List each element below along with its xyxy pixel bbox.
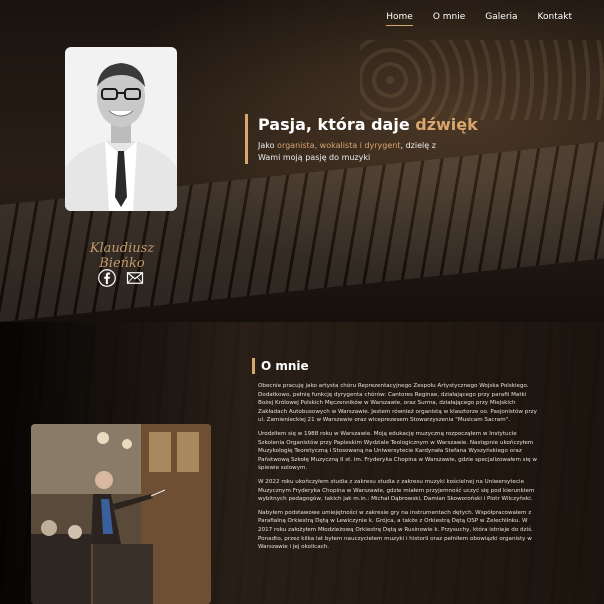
hero-title-accent: dźwięk (415, 115, 478, 134)
hero-title: Pasja, która daje dźwięk (258, 115, 478, 134)
hero-tagline: Pasja, która daje dźwięk Jako organista,… (245, 114, 505, 164)
about-section: O mnie Obecnie pracuję jako artysta chór… (0, 322, 604, 604)
signature: Klaudiusz Bieńko (89, 241, 155, 271)
nav-item-home[interactable]: Home (386, 12, 413, 26)
mail-icon[interactable] (126, 269, 144, 287)
conductor-photo (31, 424, 211, 604)
about-paragraph: Nabyłem podstawowe umiejętności w zakres… (258, 509, 533, 551)
about-paragraph: Urodziłem się w 1988 roku w Warszawie. M… (258, 430, 537, 472)
portrait-photo (65, 47, 177, 211)
social-links (98, 269, 144, 287)
hero-subtitle: Jako organista, wokalista i dyrygent, dz… (258, 141, 436, 162)
about-text: Obecnie pracuję jako artysta chóru Repre… (258, 382, 543, 557)
hero-section: Home O mnie Galeria Kontakt Klaudiusz Bi… (0, 0, 604, 322)
main-nav: Home O mnie Galeria Kontakt (386, 12, 572, 26)
about-heading: O mnie (252, 358, 309, 374)
nav-item-gallery[interactable]: Galeria (485, 12, 517, 26)
organ-stops-background (360, 40, 604, 120)
nav-item-about[interactable]: O mnie (433, 12, 465, 26)
about-paragraph: W 2022 roku ukończyłem studia z zakresu … (258, 478, 535, 503)
nav-item-contact[interactable]: Kontakt (538, 12, 572, 26)
about-paragraph: Obecnie pracuję jako artysta chóru Repre… (258, 383, 537, 424)
hero-subtitle-accent: organista, wokalista i dyrygent (277, 141, 401, 150)
facebook-icon[interactable] (98, 269, 116, 287)
about-title: O mnie (261, 359, 309, 373)
